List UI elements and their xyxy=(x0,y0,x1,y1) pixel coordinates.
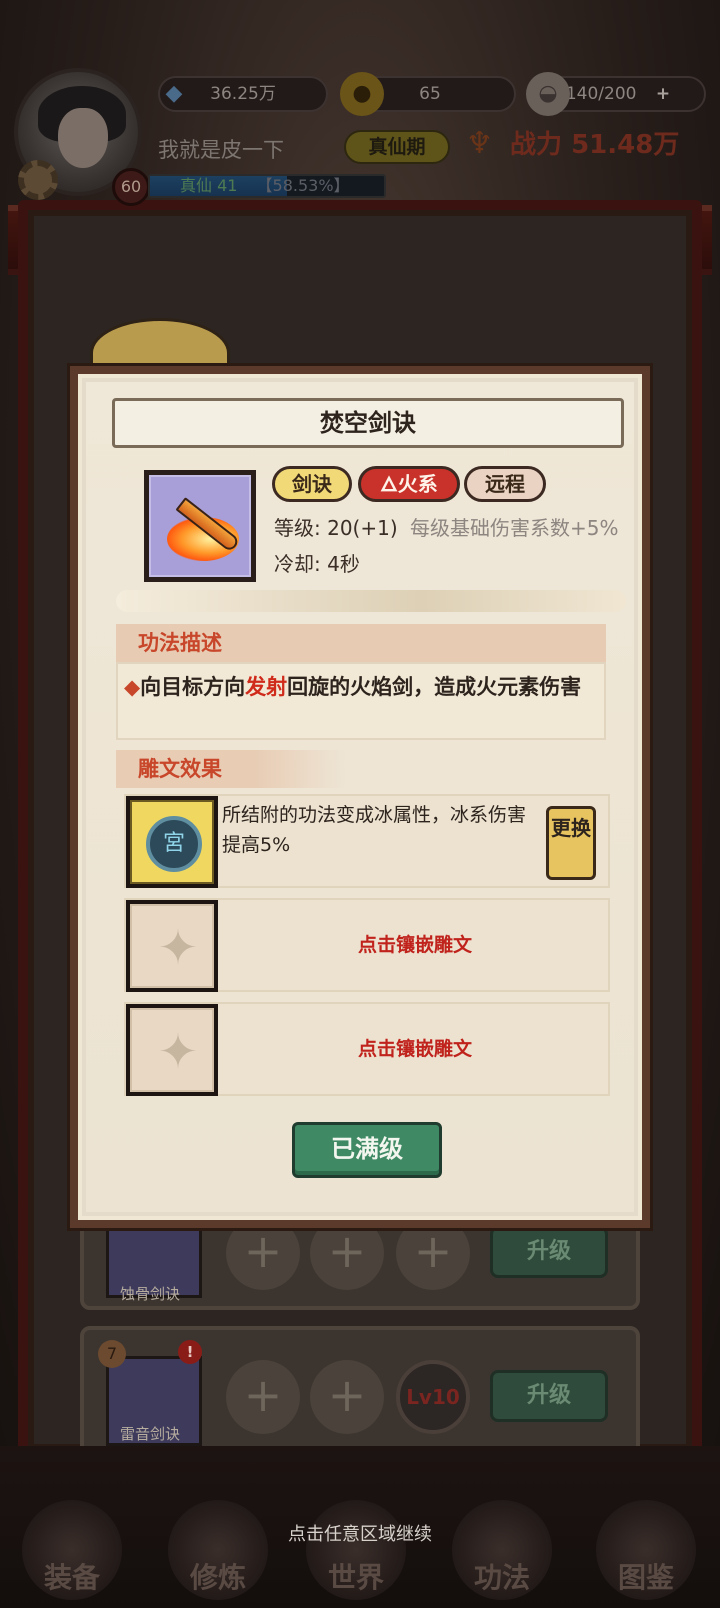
avatar-face xyxy=(58,108,108,168)
gear-icon[interactable] xyxy=(18,160,58,200)
skill-icon xyxy=(144,470,256,582)
sparkle-icon: ✦ xyxy=(157,1024,199,1080)
stamina-value: 140/200 xyxy=(565,84,637,104)
level-stat: 等级: 20(+1) 每级基础伤害系数+5% xyxy=(274,512,619,541)
max-level-button[interactable]: 已满级 xyxy=(292,1122,442,1178)
nav-skills[interactable]: 功法 xyxy=(452,1556,552,1596)
skill-card[interactable]: 7 ! 雷音剑诀 + + Lv10 升级 xyxy=(80,1326,640,1456)
power-label: 战力 xyxy=(510,130,563,160)
bun-icon: ◒ xyxy=(526,72,570,116)
modal-title: 焚空剑诀 xyxy=(112,398,624,448)
rune-icon: 宮 xyxy=(126,796,218,888)
tag-element-label: 火系 xyxy=(397,472,438,496)
exp-label: 真仙 41 xyxy=(180,176,238,195)
skill-detail-modal: 焚空剑诀 剑诀 🜂火系 远程 等级: 20(+1) 每级基础伤害系数+5% 冷却… xyxy=(70,366,650,1228)
level-extra: 每级基础伤害系数+5% xyxy=(410,516,619,540)
modal-body: 焚空剑诀 剑诀 🜂火系 远程 等级: 20(+1) 每级基础伤害系数+5% 冷却… xyxy=(86,382,634,1212)
fire-icon: 🜂 xyxy=(380,472,398,496)
upgrade-button[interactable]: 升级 xyxy=(490,1226,608,1278)
description-part1: 向目标方向 xyxy=(140,675,246,699)
divider xyxy=(116,590,626,612)
inlay-rune-prompt[interactable]: 点击镶嵌雕文 xyxy=(222,1004,608,1094)
realm-badge: 真仙期 xyxy=(344,130,450,164)
gold-icon: ● xyxy=(340,72,384,116)
nav-equipment[interactable]: 装备 xyxy=(22,1556,122,1596)
tap-to-continue-hint[interactable]: 点击任意区域继续 xyxy=(0,1520,720,1546)
skill-order-badge: 7 xyxy=(98,1340,126,1368)
sparkle-icon: ✦ xyxy=(157,920,199,976)
rune-header: 雕文效果 xyxy=(116,750,346,788)
skill-name: 蚀骨剑诀 xyxy=(120,1285,181,1303)
nav-codex[interactable]: 图鉴 xyxy=(596,1556,696,1596)
swap-rune-button[interactable]: 更换 xyxy=(546,806,596,880)
bullet-diamond: ◆ xyxy=(124,675,141,699)
empty-rune-frame: ✦ xyxy=(130,1008,214,1092)
tag-type: 剑诀 xyxy=(272,466,352,502)
rune-slot-3[interactable]: ✦ 点击镶嵌雕文 xyxy=(124,1002,610,1096)
player-name: 我就是皮一下 xyxy=(158,138,284,162)
level-value: 20(+1) xyxy=(327,516,398,540)
add-rune-slot[interactable]: + xyxy=(226,1360,300,1434)
rune-icon: ✦ xyxy=(126,1004,218,1096)
cooldown-label: 冷却: xyxy=(274,552,321,576)
rune-medal-icon: 宮 xyxy=(146,816,202,872)
rune-icon-frame: 宮 xyxy=(130,800,214,884)
combat-power: 战力 51.48万 xyxy=(470,124,679,161)
tag-range: 远程 xyxy=(464,466,546,502)
exp-bar: 真仙 41 【58.53%】 xyxy=(148,174,386,198)
alert-badge: ! xyxy=(178,1340,202,1364)
tag-element: 🜂火系 xyxy=(358,466,460,502)
description-part2: 回旋的火焰剑，造成火元素伤害 xyxy=(287,675,582,699)
rune-effect-text: 所结附的功法变成冰属性，冰系伤害提高5% xyxy=(222,804,527,856)
exp-percent: 【58.53%】 xyxy=(256,176,350,195)
flaming-sword-icon xyxy=(149,475,251,577)
add-stamina-button[interactable]: + xyxy=(656,84,670,104)
inlay-rune-prompt[interactable]: 点击镶嵌雕文 xyxy=(222,900,608,990)
upgrade-button[interactable]: 升级 xyxy=(490,1370,608,1422)
skill-name: 雷音剑诀 xyxy=(120,1425,181,1443)
add-rune-slot[interactable]: + xyxy=(310,1360,384,1434)
power-value: 51.48万 xyxy=(571,130,680,160)
nav-cultivation[interactable]: 修炼 xyxy=(168,1556,268,1596)
description-text: ◆向目标方向发射回旋的火焰剑，造成火元素伤害 xyxy=(116,662,606,740)
gold-value: 65 xyxy=(419,84,441,104)
description-header: 功法描述 xyxy=(116,624,606,662)
player-level: 60 xyxy=(112,168,150,206)
crystal-value: 36.25万 xyxy=(210,84,276,104)
crystal-icon: ◆ xyxy=(165,81,183,106)
skill-level-badge: Lv10 xyxy=(396,1360,470,1434)
exp-text: 真仙 41 【58.53%】 xyxy=(180,176,350,196)
rune-slot-1[interactable]: 宮 所结附的功法变成冰属性，冰系伤害提高5% 更换 xyxy=(124,794,610,888)
level-label: 等级: xyxy=(274,516,321,540)
cooldown-value: 4秒 xyxy=(327,552,360,576)
rune-icon: ✦ xyxy=(126,900,218,992)
empty-rune-frame: ✦ xyxy=(130,904,214,988)
nav-world[interactable]: 世界 xyxy=(306,1556,406,1596)
description-highlight: 发射 xyxy=(245,675,288,699)
rune-slot-2[interactable]: ✦ 点击镶嵌雕文 xyxy=(124,898,610,992)
cooldown-stat: 冷却: 4秒 xyxy=(274,548,360,577)
